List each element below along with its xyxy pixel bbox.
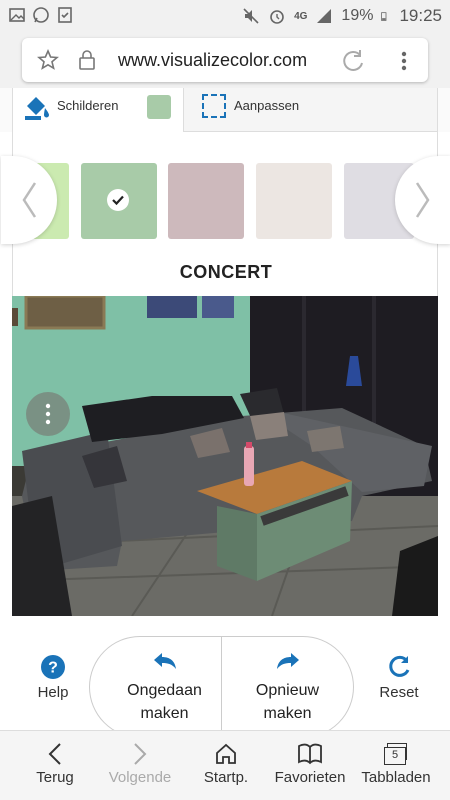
- checkmark-icon: [107, 189, 129, 211]
- undo-button[interactable]: Ongedaan maken: [89, 636, 239, 738]
- reset-label: Reset: [379, 684, 419, 701]
- selected-color-swatch: [147, 95, 171, 119]
- home-icon: [216, 743, 236, 764]
- tab-adjust[interactable]: Aanpassen: [184, 88, 438, 132]
- reset-icon: [389, 655, 410, 677]
- mode-tabs: Schilderen Aanpassen: [0, 88, 450, 132]
- browser-toolbar: www.visualizecolor.com: [0, 32, 450, 88]
- lock-icon: [79, 50, 95, 70]
- nav-favorites-label: Favorieten: [274, 769, 346, 786]
- reload-icon[interactable]: [340, 48, 366, 74]
- clock: 19:25: [399, 6, 442, 25]
- nav-favorites[interactable]: Favorieten: [270, 739, 350, 786]
- svg-text:?: ?: [48, 660, 58, 677]
- tab-paint[interactable]: Schilderen: [12, 88, 184, 132]
- undo-icon: [153, 653, 176, 669]
- reset-button[interactable]: Reset: [366, 654, 432, 701]
- color-swatch[interactable]: [168, 163, 244, 239]
- chevron-left-icon: [22, 182, 37, 218]
- color-carousel: CONCERT: [1, 132, 450, 296]
- action-bar: ? Help Ongedaan maken Opnieuw maken Reset: [0, 616, 450, 738]
- nav-home-label: Startp.: [203, 769, 249, 786]
- whatsapp-icon: [33, 7, 49, 23]
- bookmark-star-icon[interactable]: [36, 48, 60, 72]
- photo-options-button[interactable]: [26, 392, 70, 436]
- browser-nav: Terug Volgende Startp. Favorieten 5 Tabb…: [0, 730, 450, 800]
- redo-button[interactable]: Opnieuw maken: [221, 636, 354, 738]
- chevron-right-icon: [415, 182, 430, 218]
- color-name: CONCERT: [179, 262, 273, 282]
- nav-tabs[interactable]: 5 Tabbladen: [356, 739, 436, 786]
- address-bar[interactable]: www.visualizecolor.com: [22, 38, 428, 82]
- nav-home[interactable]: Startp.: [196, 739, 256, 786]
- paint-bucket-icon: [25, 97, 49, 120]
- more-menu-icon[interactable]: [392, 48, 416, 74]
- nav-forward-label: Volgende: [108, 769, 172, 786]
- help-button[interactable]: ? Help: [22, 654, 84, 701]
- more-vertical-icon: [45, 403, 51, 425]
- back-icon: [48, 743, 61, 765]
- image-icon: [9, 8, 25, 22]
- color-swatch[interactable]: [256, 163, 332, 239]
- url-text[interactable]: www.visualizecolor.com: [118, 50, 307, 71]
- alarm-icon: [270, 10, 284, 24]
- tab-count: 5: [384, 747, 406, 765]
- battery-level: 19%: [341, 7, 374, 24]
- book-icon: [298, 743, 322, 765]
- tab-adjust-label: Aanpassen: [234, 98, 300, 113]
- task-icon: [58, 7, 72, 23]
- forward-icon: [134, 743, 147, 765]
- mute-icon: [243, 8, 259, 24]
- tab-paint-label: Schilderen: [57, 98, 119, 113]
- network-type: 4G: [294, 10, 308, 22]
- undo-label: Ongedaan maken: [127, 682, 202, 722]
- selection-icon: [202, 94, 226, 118]
- room-photo[interactable]: [12, 296, 438, 616]
- tabs-icon: 5: [384, 743, 408, 765]
- room-image: [12, 296, 438, 616]
- signal-icon: [317, 9, 332, 23]
- help-icon: ?: [41, 655, 65, 679]
- nav-back[interactable]: Terug: [26, 739, 84, 786]
- redo-label: Opnieuw maken: [255, 682, 320, 722]
- nav-back-label: Terug: [36, 769, 74, 786]
- nav-forward[interactable]: Volgende: [104, 739, 176, 786]
- battery-icon: [381, 12, 387, 21]
- nav-tabs-label: Tabbladen: [361, 769, 431, 786]
- help-label: Help: [37, 684, 69, 701]
- status-bar: 4G 19% 19:25: [0, 0, 450, 32]
- redo-icon: [276, 653, 299, 669]
